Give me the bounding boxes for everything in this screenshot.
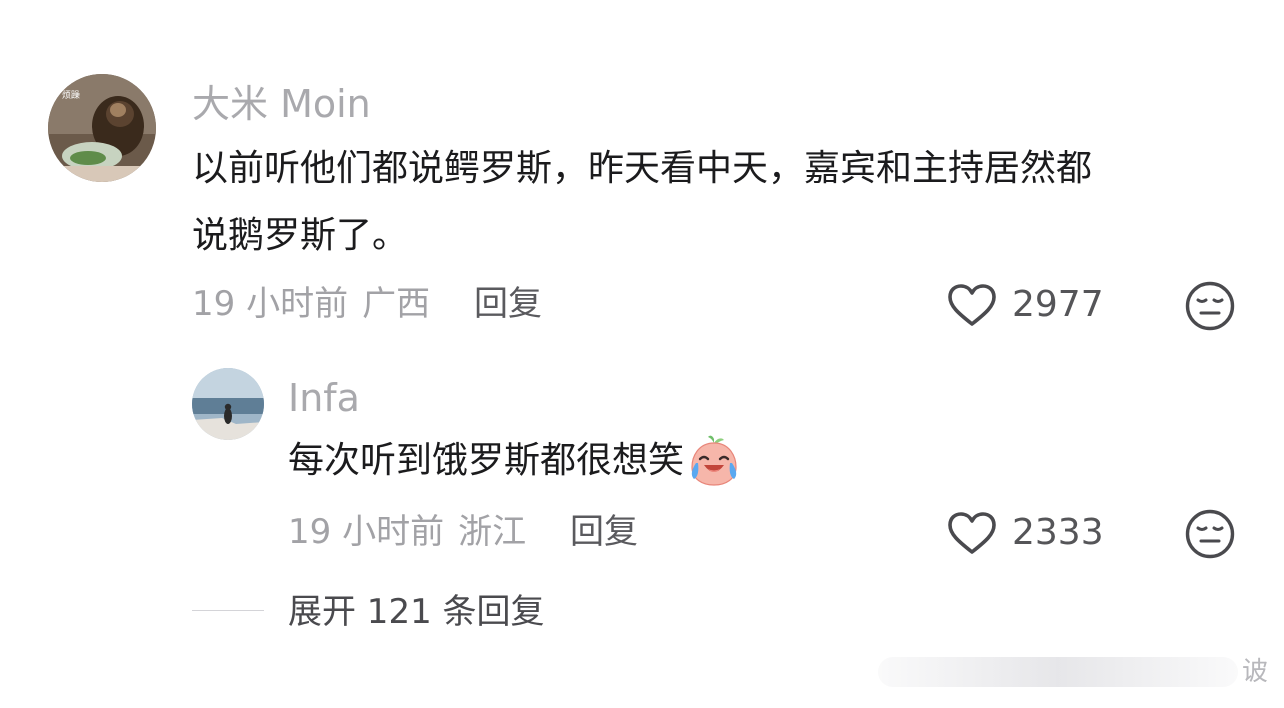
comment-2-time: 19 小时前 xyxy=(288,512,445,552)
comment-1-like-count: 2977 xyxy=(1012,284,1104,325)
comment-1-meta: 19 小时前 广西 xyxy=(192,284,430,324)
heart-outline-icon xyxy=(948,284,996,326)
expand-divider xyxy=(192,610,264,611)
comment-thread: 烦躁 大米 Moin 以前听他们都说鳄罗斯，昨天看中天，嘉宾和主持居然都 说鹅罗… xyxy=(0,0,1284,708)
avatar-sea-view[interactable] xyxy=(192,368,264,440)
comment-1-time: 19 小时前 xyxy=(192,284,349,324)
comment-2-username[interactable]: Infa xyxy=(288,376,360,420)
laugh-cry-emoji-icon xyxy=(691,435,737,486)
comment-1-text-line-1: 以前听他们都说鳄罗斯，昨天看中天，嘉宾和主持居然都 xyxy=(192,148,1093,189)
expand-replies-button[interactable]: 展开 121 条回复 xyxy=(288,592,545,632)
dislike-face-icon xyxy=(1185,509,1235,559)
comment-1-location: 广西 xyxy=(362,284,431,324)
dislike-face-icon xyxy=(1185,281,1235,331)
comment-1-username[interactable]: 大米 Moin xyxy=(192,82,371,126)
comment-2-location: 浙江 xyxy=(458,512,527,552)
comment-2-dislike-button[interactable] xyxy=(1184,508,1236,560)
watermark-bar xyxy=(877,657,1238,687)
comment-1-dislike-button[interactable] xyxy=(1184,280,1236,332)
comment-2-meta: 19 小时前 浙江 xyxy=(288,512,526,552)
svg-text:烦躁: 烦躁 xyxy=(62,89,80,101)
comment-2-text-row: 每次听到饿罗斯都很想笑 xyxy=(288,430,742,492)
comment-1-text-line-2: 说鹅罗斯了。 xyxy=(192,215,409,256)
heart-outline-icon xyxy=(948,512,996,554)
watermark-text: 诐 xyxy=(1241,657,1268,687)
comment-2-like-count: 2333 xyxy=(1012,512,1104,553)
comment-2-reply-button[interactable]: 回复 xyxy=(570,512,638,552)
comment-2-like-button[interactable]: 2333 xyxy=(946,510,1104,556)
comment-1-like-button[interactable]: 2977 xyxy=(946,282,1104,328)
comment-1-reply-button[interactable]: 回复 xyxy=(474,284,542,324)
avatar-monkey[interactable]: 烦躁 xyxy=(48,74,156,182)
watermark: 诐 xyxy=(877,652,1268,692)
comment-2-text: 每次听到饿罗斯都很想笑 xyxy=(288,440,685,481)
